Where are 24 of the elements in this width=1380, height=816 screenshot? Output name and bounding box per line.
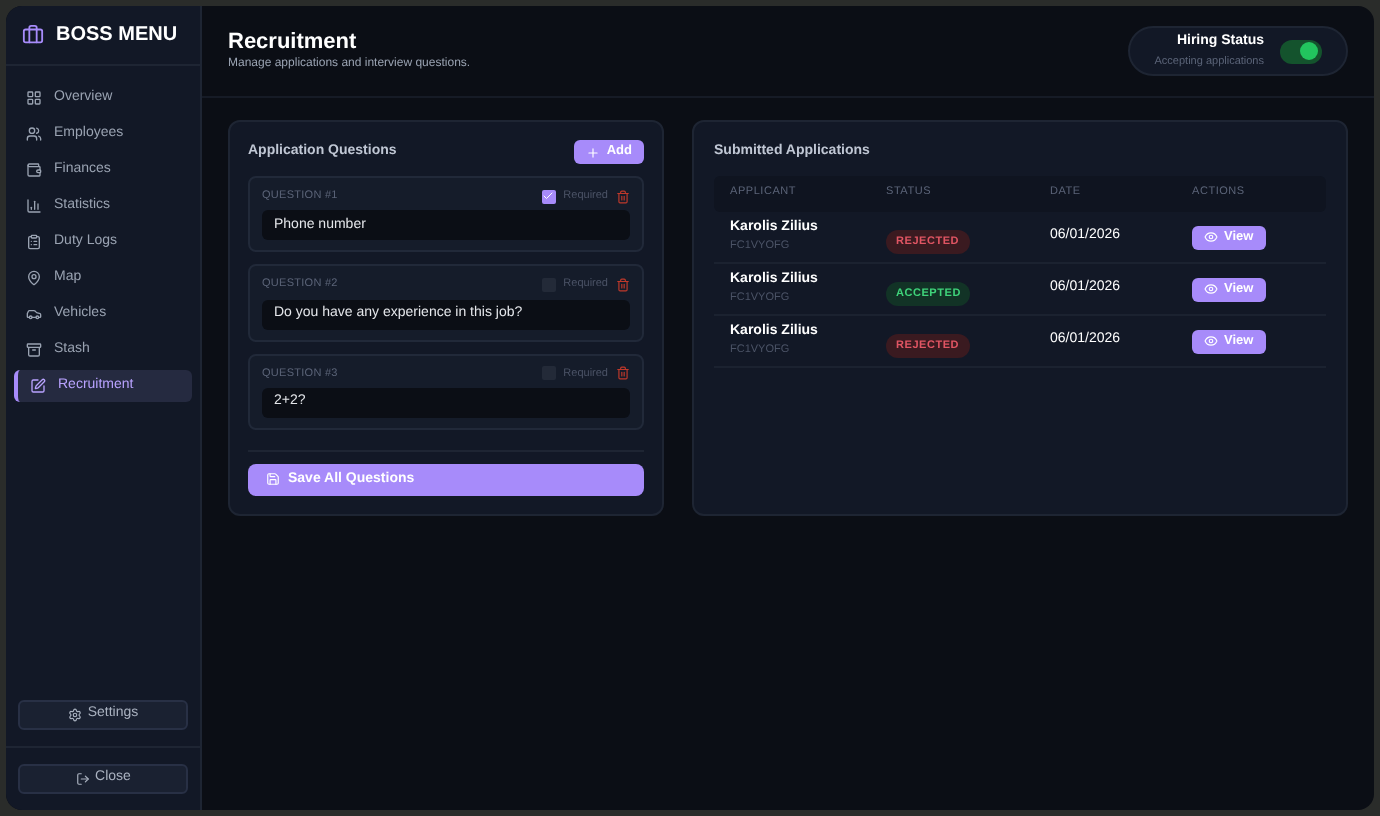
required-checkbox[interactable]: [541, 189, 556, 204]
eye-icon: [1204, 230, 1218, 244]
eye-icon: [1204, 334, 1218, 348]
edit-icon: [30, 378, 46, 394]
trash-icon[interactable]: [616, 277, 630, 292]
settings-icon: [67, 708, 82, 722]
map-pin-icon: [26, 270, 42, 286]
trash-icon[interactable]: [616, 366, 630, 381]
brand-title: BOSS MENU: [56, 22, 178, 50]
bar-chart-icon: [26, 198, 42, 214]
exit-icon: [75, 772, 90, 786]
wallet-icon: [26, 162, 42, 178]
clipboard-icon: [26, 234, 42, 250]
car-icon: [26, 306, 42, 322]
archive-icon: [26, 342, 42, 358]
hiring-toggle[interactable]: [1280, 39, 1322, 63]
briefcase-icon: [22, 24, 44, 46]
page-title: Recruitment: [228, 28, 359, 56]
plus-icon: [586, 145, 601, 159]
grid-icon: [26, 90, 42, 106]
eye-icon: [1204, 282, 1218, 296]
people-icon: [26, 126, 42, 142]
trash-icon[interactable]: [616, 189, 630, 204]
save-icon: [266, 472, 280, 487]
